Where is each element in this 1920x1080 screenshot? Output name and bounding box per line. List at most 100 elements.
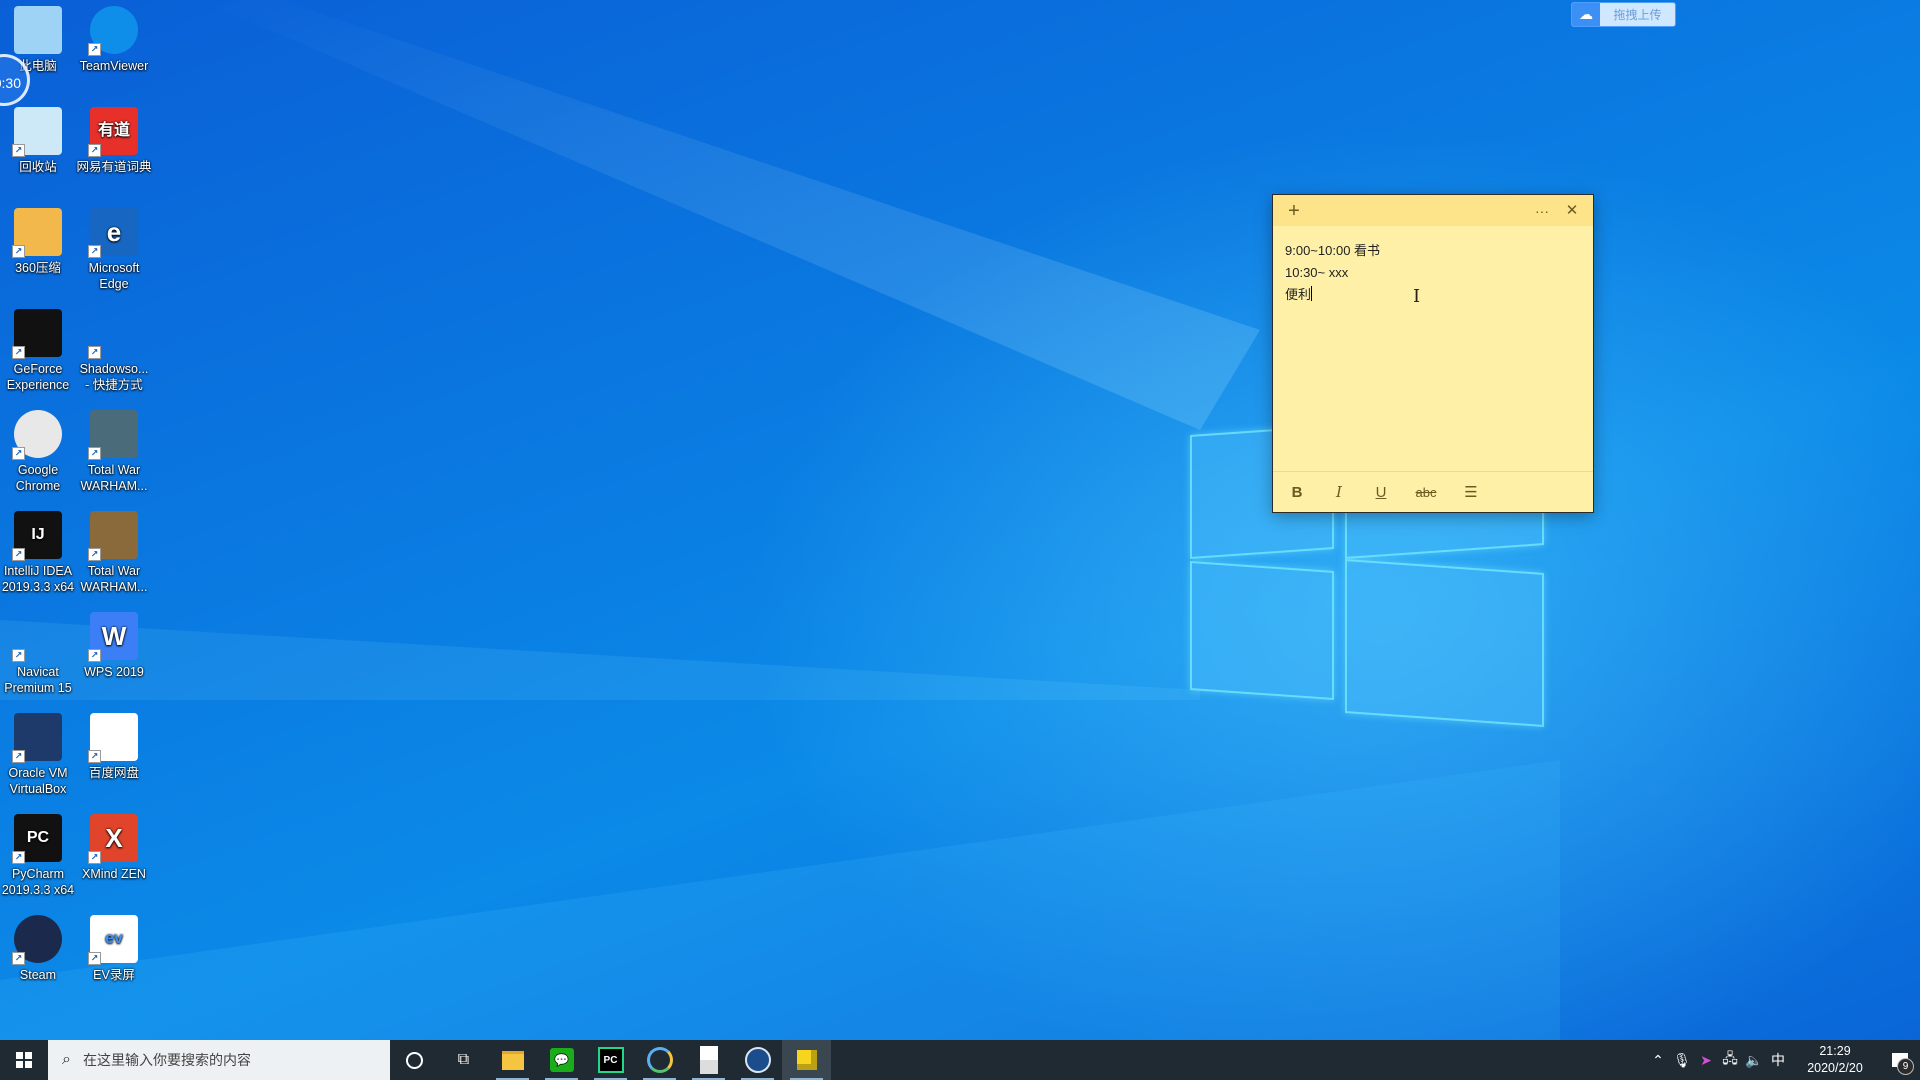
desktop-icon[interactable]: e ↗ Microsoft Edge [76, 208, 152, 292]
shortcut-arrow-icon: ↗ [88, 43, 101, 56]
desktop-icon-label: TeamViewer [79, 59, 149, 73]
desktop-icon[interactable]: X ↗ XMind ZEN [76, 814, 152, 882]
desktop-icon[interactable]: ↗ Total War WARHAM... [76, 511, 152, 595]
drag-upload-label: 拖拽上传 [1613, 8, 1662, 22]
desktop-icon[interactable]: W ↗ WPS 2019 [76, 612, 152, 680]
taskbar-calculator[interactable] [684, 1040, 733, 1080]
bold-button[interactable]: B [1285, 484, 1309, 501]
taskbar-search-box[interactable]: ⌕ 在这里输入你要搜索的内容 [48, 1040, 390, 1080]
xmind-icon: X ↗ [88, 814, 138, 864]
windows-start-icon [16, 1052, 32, 1068]
taskbar-steam[interactable] [733, 1040, 782, 1080]
shortcut-arrow-icon: ↗ [12, 952, 25, 965]
clock-date: 2020/2/20 [1807, 1061, 1863, 1075]
taskbar-pycharm[interactable]: PC [586, 1040, 635, 1080]
drag-upload-widget[interactable]: ☁ 拖拽上传 [1571, 2, 1676, 27]
teamviewer-icon: ↗ [88, 6, 138, 56]
desktop-icon[interactable]: ↗ 360压缩 [0, 208, 76, 276]
desktop-icon[interactable]: ↗ 百度网盘 [76, 713, 152, 781]
desktop-icon[interactable]: ↗ Oracle VM VirtualBox [0, 713, 76, 797]
desktop-icon[interactable]: PC ↗ PyCharm 2019.3.3 x64 [0, 814, 76, 898]
shortcut-arrow-icon: ↗ [88, 447, 101, 460]
task-view-button[interactable]: ⧉ [439, 1040, 488, 1080]
wechat-icon: 💬 [549, 1048, 574, 1072]
bullet-list-button[interactable]: ☰ [1459, 483, 1483, 501]
underline-button[interactable]: U [1369, 484, 1393, 501]
youdao-dict-icon: 有道 ↗ [88, 107, 138, 157]
desktop-icon-label: IntelliJ IDEA 2019.3.3 x64 [1, 564, 75, 594]
baidu-netdisk-icon: ↗ [88, 713, 138, 763]
total-war-2-icon: ↗ [88, 511, 138, 561]
desktop-icon-label: GeForce Experience [6, 362, 70, 392]
desktop-icon[interactable]: ↗ 回收站 [0, 107, 76, 175]
taskbar-wechat[interactable]: 💬 [537, 1040, 586, 1080]
search-placeholder: 在这里输入你要搜索的内容 [82, 1052, 251, 1068]
computer-icon [14, 6, 62, 54]
network-icon[interactable]: 🖧 [1718, 1048, 1742, 1072]
cortana-button[interactable] [390, 1040, 439, 1080]
icon-glyph: PC [26, 829, 50, 846]
italic-button[interactable]: I [1327, 483, 1351, 501]
add-note-button[interactable]: + [1281, 198, 1307, 224]
desktop-icon[interactable]: ↗ Total War WARHAM... [76, 410, 152, 494]
taskbar-sticky-notes[interactable] [782, 1040, 831, 1080]
close-note-button[interactable]: ✕ [1559, 198, 1585, 224]
action-center-button[interactable]: 9 [1880, 1040, 1920, 1080]
start-button[interactable] [0, 1040, 48, 1080]
desktop-icon-label: Total War WARHAM... [80, 564, 148, 594]
desktop-icon-label: Total War WARHAM... [80, 463, 148, 493]
volume-icon[interactable]: 🔈 [1742, 1052, 1766, 1069]
shortcut-arrow-icon: ↗ [12, 750, 25, 763]
desktop-icon-label: Navicat Premium 15 [4, 665, 72, 695]
desktop-icon[interactable]: ev ↗ EV录屏 [76, 915, 152, 983]
shortcut-arrow-icon: ↗ [88, 750, 101, 763]
desktop-icon[interactable]: ↗ Google Chrome [0, 410, 76, 494]
calculator-icon [699, 1046, 718, 1074]
desktop-icon-label: 网易有道词典 [76, 160, 152, 174]
steam-icon [744, 1047, 771, 1073]
notification-count-badge: 9 [1897, 1058, 1914, 1075]
shortcut-arrow-icon: ↗ [12, 346, 25, 359]
desktop-icon[interactable]: ↗ Shadowso... - 快捷方式 [76, 309, 152, 393]
desktop-icon[interactable]: 有道 ↗ 网易有道词典 [76, 107, 152, 175]
desktop-icon[interactable]: IJ ↗ IntelliJ IDEA 2019.3.3 x64 [0, 511, 76, 595]
shortcut-arrow-icon: ↗ [12, 447, 25, 460]
chrome-icon: ↗ [12, 410, 62, 460]
desktop-icon-label: 百度网盘 [88, 766, 139, 780]
text-caret [1311, 286, 1313, 301]
recycle-bin-icon: ↗ [12, 107, 62, 157]
icon-glyph: e [106, 217, 122, 247]
folder-icon [501, 1050, 524, 1070]
system-tray: ⌃ 🎙 ➤ 🖧 🔈 中 21:29 2020/2/20 9 [1646, 1040, 1920, 1080]
microphone-icon[interactable]: 🎙 [1670, 1052, 1694, 1069]
pycharm-icon: PC ↗ [12, 814, 62, 864]
shadowsocks-tray-icon[interactable]: ➤ [1694, 1052, 1718, 1069]
taskbar-navicat[interactable] [635, 1040, 684, 1080]
format-toolbar: B I U abc ☰ [1273, 471, 1593, 512]
desktop-icon[interactable]: ↗ TeamViewer [76, 6, 152, 74]
pycharm-icon: PC [597, 1047, 624, 1073]
sticky-notes-icon [796, 1050, 817, 1070]
desktop-icon[interactable]: ↗ Steam [0, 915, 76, 983]
cortana-icon [406, 1051, 423, 1069]
taskbar-file-explorer[interactable] [488, 1040, 537, 1080]
desktop-icon-label: 回收站 [19, 160, 57, 174]
ev-recorder-icon: ev ↗ [88, 915, 138, 965]
icon-glyph: IJ [31, 526, 45, 543]
ime-indicator[interactable]: 中 [1766, 1050, 1790, 1070]
shortcut-arrow-icon: ↗ [12, 548, 25, 561]
sticky-note-titlebar[interactable]: + ··· ✕ [1273, 195, 1593, 226]
desktop-icon-label: WPS 2019 [84, 665, 144, 679]
shortcut-arrow-icon: ↗ [12, 245, 25, 258]
more-options-button[interactable]: ··· [1529, 198, 1555, 224]
taskbar-clock[interactable]: 21:29 2020/2/20 [1796, 1043, 1874, 1077]
desktop-icon[interactable]: ↗ GeForce Experience [0, 309, 76, 393]
desktop-icon-label: PyCharm 2019.3.3 x64 [1, 867, 75, 897]
taskbar: ⌕ 在这里输入你要搜索的内容 ⧉ 💬 PC ⌃ 🎙 ➤ 🖧 🔈 中 21:29 … [0, 1040, 1920, 1080]
note-text-area[interactable]: 9:00~10:00 看书 10:30~ xxx 便利 [1273, 226, 1593, 464]
show-hidden-icons-chevron[interactable]: ⌃ [1646, 1052, 1670, 1069]
strikethrough-button[interactable]: abc [1411, 485, 1441, 500]
desktop-icon[interactable]: ↗ Navicat Premium 15 [0, 612, 76, 696]
geforce-icon: ↗ [12, 309, 62, 359]
shadowsocks-icon: ↗ [88, 309, 138, 359]
